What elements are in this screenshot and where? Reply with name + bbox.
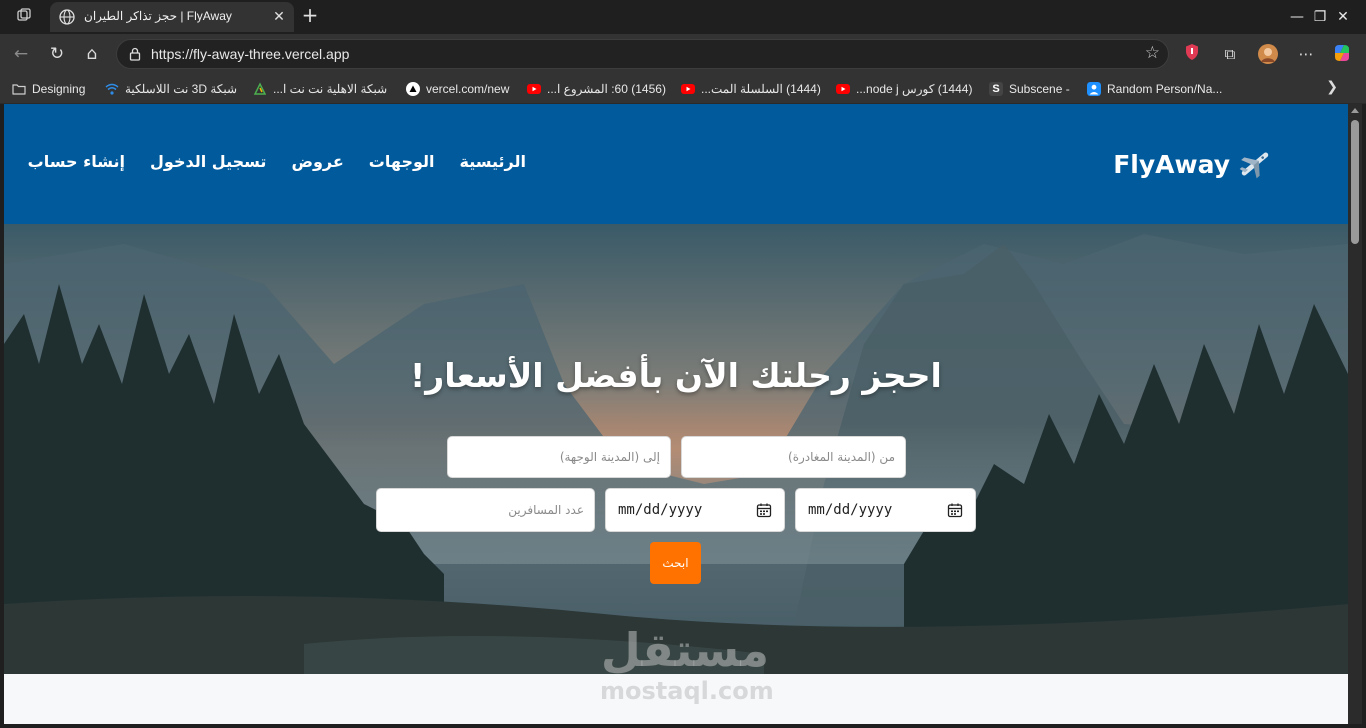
scroll-up-arrow-icon[interactable] <box>1351 108 1359 113</box>
hero-section: احجز رحلتك الآن بأفضل الأسعار! mm/dd/yyy… <box>4 224 1348 674</box>
scrollbar-thumb[interactable] <box>1351 120 1359 244</box>
bookmark-item[interactable]: شبكة الاهلية نت نت ا... <box>253 80 387 98</box>
passengers-field[interactable] <box>376 488 595 532</box>
bookmark-label: Designing <box>32 82 86 96</box>
to-city-field[interactable] <box>447 436 671 478</box>
main-nav: الرئيسية الوجهات عروض تسجيل الدخول إنشاء… <box>28 152 527 176</box>
nav-home[interactable]: الرئيسية <box>460 152 527 176</box>
lock-icon <box>129 47 141 61</box>
youtube-icon <box>836 84 850 94</box>
home-icon[interactable]: ⌂ <box>79 42 105 66</box>
more-menu-icon[interactable]: ⋯ <box>1294 43 1318 65</box>
search-button[interactable]: ابحث <box>650 542 701 584</box>
nav-offers[interactable]: عروض <box>291 152 343 176</box>
bookmark-item[interactable]: S Subscene - <box>989 80 1070 98</box>
bookmark-label: (1444) السلسلة المت... <box>701 82 821 96</box>
bookmarks-bar: Designing شبكة 3D نت اللاسلكية شبكة الاه… <box>0 74 1366 104</box>
globe-icon <box>59 9 75 25</box>
nav-destinations[interactable]: الوجهات <box>369 152 435 176</box>
wifi-icon <box>105 83 119 95</box>
browser-tab[interactable]: حجز تذاكر الطيران | FlyAway ✕ <box>50 2 294 32</box>
bookmark-label: (1456) 60: المشروع ا... <box>547 82 666 96</box>
youtube-icon <box>681 84 695 94</box>
site-logo[interactable]: FlyAway <box>1113 144 1272 184</box>
network-logo-icon <box>253 82 267 95</box>
from-city-input[interactable] <box>682 437 905 477</box>
person-icon <box>1087 82 1101 96</box>
bookmark-item[interactable]: (1444) السلسلة المت... <box>681 80 821 98</box>
passengers-input[interactable] <box>377 489 594 531</box>
return-date-field[interactable]: mm/dd/yyyy <box>795 488 976 532</box>
bookmark-item[interactable]: Random Person/Na... <box>1087 80 1222 98</box>
bookmark-item[interactable]: (1456) 60: المشروع ا... <box>527 80 666 98</box>
watermark-arabic: مستقل <box>600 623 770 677</box>
copilot-icon[interactable] <box>1330 43 1354 65</box>
bookmark-item[interactable]: شبكة 3D نت اللاسلكية <box>105 80 237 98</box>
favorite-star-icon[interactable]: ☆ <box>1145 43 1160 63</box>
folder-icon <box>12 84 26 95</box>
new-tab-icon[interactable]: + <box>298 4 322 28</box>
mostaql-watermark: مستقل mostaql.com <box>600 623 774 716</box>
calendar-icon[interactable] <box>947 502 963 518</box>
subscene-icon: S <box>989 82 1003 96</box>
from-city-field[interactable] <box>681 436 906 478</box>
bookmark-label: vercel.com/new <box>426 82 510 96</box>
workspaces-icon[interactable] <box>14 7 34 27</box>
nav-login[interactable]: تسجيل الدخول <box>150 152 266 176</box>
return-date-value: mm/dd/yyyy <box>808 502 893 518</box>
address-toolbar: ← ↻ ⌂ https://fly-away-three.vercel.app … <box>0 34 1366 74</box>
tab-title: حجز تذاكر الطيران | FlyAway <box>84 9 232 23</box>
depart-date-value: mm/dd/yyyy <box>618 502 703 518</box>
url-field[interactable]: https://fly-away-three.vercel.app ☆ <box>116 39 1169 69</box>
brand-name: FlyAway <box>1113 149 1230 179</box>
bookmark-label: Subscene - <box>1009 82 1070 96</box>
airplane-icon <box>1239 152 1269 179</box>
vercel-icon <box>406 82 420 96</box>
bookmark-label: (1444) كورس node j... <box>856 82 973 96</box>
page-viewport: FlyAway الرئيسية الوجهات عروض تسجيل الدخ… <box>4 104 1348 724</box>
youtube-icon <box>527 84 541 94</box>
hero-title: احجز رحلتك الآن بأفضل الأسعار! <box>410 356 942 395</box>
extensions-puzzle-icon[interactable]: ⧉ <box>1218 43 1242 65</box>
bookmark-label: شبكة الاهلية نت نت ا... <box>273 82 388 96</box>
reload-icon[interactable]: ↻ <box>44 42 70 66</box>
bookmark-label: شبكة 3D نت اللاسلكية <box>125 82 238 96</box>
nav-signup[interactable]: إنشاء حساب <box>28 152 125 176</box>
back-icon[interactable]: ← <box>8 42 34 66</box>
hero-background-image <box>4 224 1348 674</box>
close-window-icon[interactable]: ✕ <box>1320 0 1366 34</box>
bookmark-item[interactable]: (1444) كورس node j... <box>836 80 972 98</box>
watermark-latin: mostaql.com <box>600 677 774 705</box>
bookmark-label: Random Person/Na... <box>1107 82 1223 96</box>
close-tab-icon[interactable]: ✕ <box>269 7 289 27</box>
page-scrollbar[interactable] <box>1348 104 1362 724</box>
site-header: FlyAway الرئيسية الوجهات عروض تسجيل الدخ… <box>4 104 1348 224</box>
to-city-input[interactable] <box>448 437 670 477</box>
chevron-right-icon[interactable]: ❯ <box>1326 79 1338 95</box>
bookmark-item[interactable]: vercel.com/new <box>406 80 509 98</box>
browser-tab-bar: حجز تذاكر الطيران | FlyAway ✕ + — ❐ ✕ <box>0 0 1366 34</box>
shield-extension-icon[interactable] <box>1180 43 1204 65</box>
depart-date-field[interactable]: mm/dd/yyyy <box>605 488 785 532</box>
bookmark-item[interactable]: Designing <box>12 80 85 98</box>
url-text: https://fly-away-three.vercel.app <box>151 46 350 62</box>
profile-avatar[interactable] <box>1256 43 1280 65</box>
calendar-icon[interactable] <box>756 502 772 518</box>
